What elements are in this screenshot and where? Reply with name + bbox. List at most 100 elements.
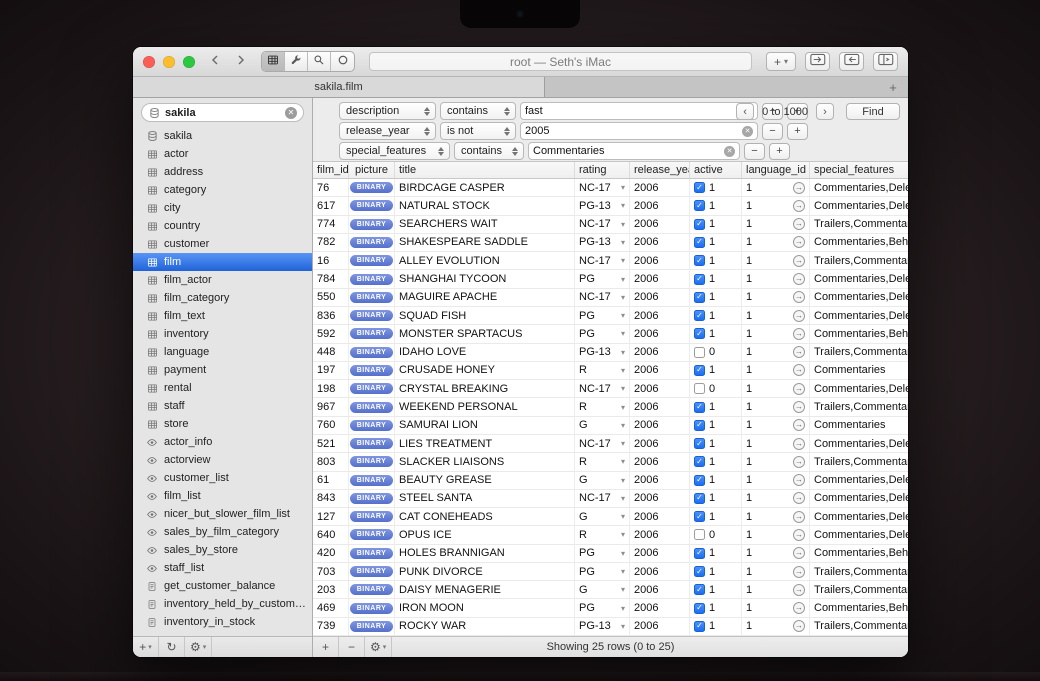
import-session-button[interactable] xyxy=(805,52,830,71)
cell-rating[interactable]: PG-13 ▾ xyxy=(575,197,630,215)
cell-film-id[interactable]: 521 xyxy=(313,434,349,453)
cell-language-id[interactable]: 1 → xyxy=(742,233,810,252)
cell-language-id[interactable]: 1 → xyxy=(742,380,810,398)
cell-rating[interactable]: G ▾ xyxy=(575,508,630,526)
cell-rating[interactable]: PG-13 ▾ xyxy=(575,233,630,252)
checkbox-unchecked-icon[interactable] xyxy=(694,346,705,358)
cell-active[interactable]: ✓ 1 xyxy=(690,453,742,471)
sidebar-item-address[interactable]: address xyxy=(133,163,312,181)
cell-title[interactable]: CRUSADE HONEY xyxy=(395,361,575,380)
foreign-key-link-icon[interactable]: → xyxy=(793,437,805,450)
foreign-key-link-icon[interactable]: → xyxy=(793,199,805,212)
enum-dropdown-icon[interactable]: ▾ xyxy=(621,311,625,320)
clear-filter-icon[interactable]: ✕ xyxy=(742,125,753,137)
cell-release-year[interactable]: 2006 xyxy=(630,544,690,562)
cell-active[interactable]: 0 xyxy=(690,380,742,398)
sidebar-item-inventory_held_by_custom…[interactable]: inventory_held_by_custom… xyxy=(133,595,312,613)
cell-title[interactable]: LIES TREATMENT xyxy=(395,434,575,453)
checkbox-checked-icon[interactable]: ✓ xyxy=(694,566,705,578)
cell-picture[interactable]: BINARY xyxy=(349,544,395,562)
remove-row-button[interactable]: − xyxy=(339,637,365,657)
foreign-key-link-icon[interactable]: → xyxy=(793,236,805,249)
enum-dropdown-icon[interactable]: ▾ xyxy=(621,421,625,430)
cell-title[interactable]: MONSTER SPARTACUS xyxy=(395,325,575,343)
sidebar-item-country[interactable]: country xyxy=(133,217,312,235)
sidebar-item-category[interactable]: category xyxy=(133,181,312,199)
sidebar-item-actor_info[interactable]: actor_info xyxy=(133,433,312,451)
cell-film-id[interactable]: 782 xyxy=(313,233,349,252)
cell-title[interactable]: SHANGHAI TYCOON xyxy=(395,270,575,288)
foreign-key-link-icon[interactable]: → xyxy=(793,419,805,432)
cell-rating[interactable]: PG ▾ xyxy=(575,599,630,617)
cell-special-features[interactable]: Trailers,Commentar xyxy=(810,216,908,233)
cell-language-id[interactable]: 1 → xyxy=(742,252,810,270)
database-filter-field[interactable]: sakila ✕ xyxy=(141,103,304,122)
checkbox-checked-icon[interactable]: ✓ xyxy=(694,620,705,632)
cell-release-year[interactable]: 2006 xyxy=(630,489,690,508)
cell-special-features[interactable]: Commentaries,Behi xyxy=(810,234,908,251)
cell-title[interactable]: STEEL SANTA xyxy=(395,489,575,508)
cell-film-id[interactable]: 198 xyxy=(313,380,349,398)
add-row-button[interactable]: + xyxy=(313,637,339,657)
cell-rating[interactable]: PG ▾ xyxy=(575,325,630,343)
cell-picture[interactable]: BINARY xyxy=(349,215,395,233)
table-row[interactable]: 739 BINARY ROCKY WAR PG-13 ▾ 2006 ✓ 1 1 → Trailers… xyxy=(313,617,908,637)
cell-special-features[interactable]: Trailers,Commentar xyxy=(810,563,908,580)
enum-dropdown-icon[interactable]: ▾ xyxy=(621,366,625,375)
sidebar-item-customer_list[interactable]: customer_list xyxy=(133,469,312,487)
cell-special-features[interactable]: Trailers,Commentar xyxy=(810,398,908,415)
enum-dropdown-icon[interactable]: ▾ xyxy=(621,476,625,485)
cell-title[interactable]: IRON MOON xyxy=(395,599,575,617)
sidebar-item-film_list[interactable]: film_list xyxy=(133,487,312,505)
cell-release-year[interactable]: 2006 xyxy=(630,617,690,636)
table-row[interactable]: 16 BINARY ALLEY EVOLUTION NC-17 ▾ 2006 ✓ 1 1 → Tra… xyxy=(313,252,908,271)
cell-special-features[interactable]: Trailers,Commentar xyxy=(810,344,908,361)
enum-dropdown-icon[interactable]: ▾ xyxy=(621,293,625,302)
cell-active[interactable]: ✓ 1 xyxy=(690,434,742,453)
cell-rating[interactable]: NC-17 ▾ xyxy=(575,288,630,306)
sidebar-item-sakila[interactable]: sakila xyxy=(133,127,312,145)
cell-film-id[interactable]: 640 xyxy=(313,526,349,544)
cell-release-year[interactable]: 2006 xyxy=(630,471,690,489)
foreign-key-link-icon[interactable]: → xyxy=(793,474,805,487)
cell-picture[interactable]: BINARY xyxy=(349,398,395,416)
table-row[interactable]: 420 BINARY HOLES BRANNIGAN PG ▾ 2006 ✓ 1 1 → Comme… xyxy=(313,544,908,563)
cell-film-id[interactable]: 203 xyxy=(313,581,349,599)
foreign-key-link-icon[interactable]: → xyxy=(793,565,805,578)
filter-operator-select[interactable]: is not xyxy=(440,122,516,140)
table-row[interactable]: 592 BINARY MONSTER SPARTACUS PG ▾ 2006 ✓ 1 1 → Com… xyxy=(313,325,908,344)
cell-rating[interactable]: R ▾ xyxy=(575,453,630,471)
sidebar-item-payment[interactable]: payment xyxy=(133,361,312,379)
sidebar-item-film_category[interactable]: film_category xyxy=(133,289,312,307)
cell-release-year[interactable]: 2006 xyxy=(630,581,690,599)
cell-language-id[interactable]: 1 → xyxy=(742,343,810,361)
cell-active[interactable]: ✓ 1 xyxy=(690,197,742,215)
cell-special-features[interactable]: Commentaries,Dele xyxy=(810,179,908,196)
checkbox-checked-icon[interactable]: ✓ xyxy=(694,255,705,267)
cell-language-id[interactable]: 1 → xyxy=(742,179,810,197)
foreign-key-link-icon[interactable]: → xyxy=(793,602,805,615)
foreign-key-link-icon[interactable]: → xyxy=(793,547,805,560)
table-content-button[interactable] xyxy=(262,52,285,71)
cell-picture[interactable]: BINARY xyxy=(349,434,395,453)
checkbox-unchecked-icon[interactable] xyxy=(694,383,705,395)
cell-title[interactable]: HOLES BRANNIGAN xyxy=(395,544,575,562)
checkbox-checked-icon[interactable]: ✓ xyxy=(694,291,705,303)
cell-picture[interactable]: BINARY xyxy=(349,179,395,197)
cell-release-year[interactable]: 2006 xyxy=(630,179,690,197)
cell-active[interactable]: ✓ 1 xyxy=(690,306,742,325)
checkbox-unchecked-icon[interactable] xyxy=(694,529,705,541)
cell-picture[interactable]: BINARY xyxy=(349,288,395,306)
close-window-button[interactable] xyxy=(143,55,155,68)
enum-dropdown-icon[interactable]: ▾ xyxy=(621,439,625,448)
enum-dropdown-icon[interactable]: ▾ xyxy=(621,238,625,247)
table-row[interactable]: 197 BINARY CRUSADE HONEY R ▾ 2006 ✓ 1 1 → Commenta… xyxy=(313,361,908,381)
column-header-picture[interactable]: picture xyxy=(349,162,395,178)
enum-dropdown-icon[interactable]: ▾ xyxy=(621,403,625,412)
previous-page-button[interactable]: ‹ xyxy=(736,103,755,120)
foreign-key-link-icon[interactable]: → xyxy=(793,492,805,505)
detach-window-button[interactable] xyxy=(873,52,898,71)
column-header-film_id[interactable]: film_id xyxy=(313,162,349,178)
cell-release-year[interactable]: 2006 xyxy=(630,197,690,215)
checkbox-checked-icon[interactable]: ✓ xyxy=(694,328,705,340)
